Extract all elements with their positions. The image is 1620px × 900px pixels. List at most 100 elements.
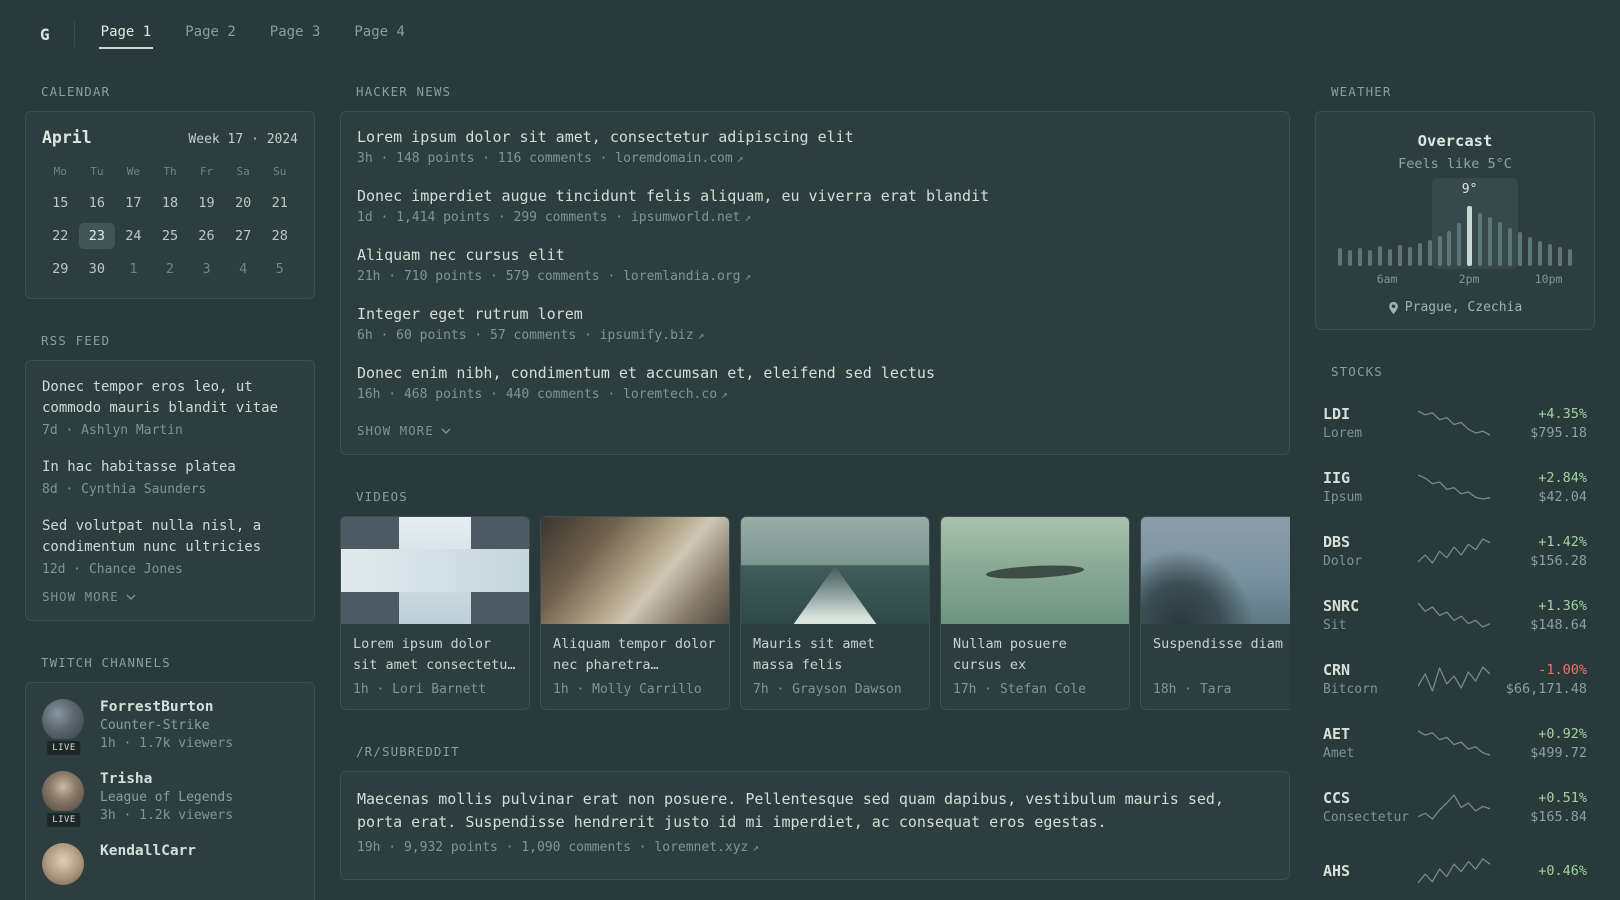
weather-bar (1357, 248, 1362, 266)
video-title[interactable]: Mauris sit amet massa felis (753, 634, 917, 676)
stock-price: $148.64 (1530, 616, 1587, 633)
calendar-day: 2 (165, 261, 175, 277)
app-logo[interactable]: G (40, 25, 50, 44)
hackernews-card: Lorem ipsum dolor sit amet, consectetur … (340, 111, 1290, 455)
hn-item: Aliquam nec cursus elit 21h · 710 points … (357, 246, 1273, 284)
calendar-day: 29 (52, 261, 69, 277)
stock-ticker: LDI (1323, 405, 1351, 423)
video-card[interactable]: Mauris sit amet massa felis 7h · Grayson … (740, 516, 930, 710)
stock-values: +1.36% $148.64 (1492, 598, 1587, 633)
weather-time-label: 2pm (1458, 272, 1480, 286)
nav-divider (73, 21, 75, 47)
stock-change: +0.92% (1538, 725, 1587, 742)
video-meta: 18h · Tara (1153, 682, 1232, 697)
stock-row[interactable]: IIG Ipsum +2.84% $42.04 (1323, 455, 1587, 519)
stock-values: +2.84% $42.04 (1492, 470, 1587, 505)
rss-item-title[interactable]: Sed volutpat nulla nisl, a condimentum n… (42, 516, 298, 558)
weather-bar (1567, 249, 1572, 266)
video-thumbnail[interactable] (941, 517, 1129, 624)
stock-sparkline (1418, 537, 1492, 565)
twitch-channel[interactable]: KendallCarr (42, 843, 298, 885)
external-link-icon: ↗ (697, 329, 705, 342)
weather-bar (1387, 249, 1392, 266)
hn-item-domain[interactable]: loremlandia.org (623, 269, 740, 284)
twitch-category[interactable]: League of Legends (100, 790, 233, 805)
nav-tab-2[interactable]: Page 2 (183, 20, 238, 49)
video-body: Aliquam tempor dolor nec pharetra… 1h · M… (541, 624, 729, 709)
stock-row[interactable]: CRN Bitcorn -1.00% $66,171.48 (1323, 647, 1587, 711)
hn-item-title[interactable]: Integer eget rutrum lorem (357, 305, 1273, 323)
stock-name: Dolor (1323, 554, 1363, 569)
stock-change: +0.46% (1538, 863, 1587, 879)
video-title[interactable]: Nullam posuere cursus ex (953, 634, 1117, 676)
top-nav: G Page 1 Page 2 Page 3 Page 4 (0, 0, 1620, 68)
rss-item-title[interactable]: In hac habitasse platea (42, 457, 298, 478)
video-thumbnail[interactable] (1141, 517, 1290, 624)
stock-row[interactable]: AET Amet +0.92% $499.72 (1323, 711, 1587, 775)
twitch-category[interactable]: Counter-Strike (100, 718, 233, 733)
video-thumbnail[interactable] (541, 517, 729, 624)
stock-row[interactable]: LDI Lorem +4.35% $795.18 (1323, 391, 1587, 455)
video-thumbnail[interactable] (341, 517, 529, 624)
twitch-channel-name[interactable]: KendallCarr (100, 843, 196, 859)
video-card[interactable]: Suspendisse diam 18h · Tara (1140, 516, 1290, 710)
rss-item-title[interactable]: Donec tempor eros leo, ut commodo mauris… (42, 377, 298, 419)
stock-row[interactable]: SNRC Sit +1.36% $148.64 (1323, 583, 1587, 647)
video-card[interactable]: Aliquam tempor dolor nec pharetra… 1h · M… (540, 516, 730, 710)
weather-widget: WEATHER Overcast Feels like 5°C 9° 6am 2p… (1315, 84, 1595, 330)
calendar-dow-label: Mo (53, 165, 67, 178)
rss-show-more-button[interactable]: SHOW MORE (42, 589, 136, 604)
video-thumbnail[interactable] (741, 517, 929, 624)
stock-change: +4.35% (1538, 405, 1587, 422)
weather-bar (1557, 247, 1562, 266)
rss-item-meta: 8d · Cynthia Saunders (42, 482, 207, 497)
twitch-channel[interactable]: LIVE ForrestBurton Counter-Strike 1h · 1.7k… (42, 699, 298, 757)
stock-change: -1.00% (1538, 661, 1587, 678)
hn-item-domain[interactable]: ipsumify.biz (600, 328, 694, 343)
video-title[interactable]: Lorem ipsum dolor sit amet consectetu… (353, 634, 517, 676)
hn-item-meta: 6h · 60 points · 57 comments · ipsumify.… (357, 328, 705, 343)
hn-item-domain[interactable]: loremdomain.com (615, 151, 732, 166)
twitch-channel[interactable]: LIVE Trisha League of Legends 3h · 1.2k vie… (42, 771, 298, 829)
nav-tab-3[interactable]: Page 3 (268, 20, 323, 49)
dashboard-columns: CALENDAR April Week 17 · 2024 Mo Tu We Th Fr… (0, 68, 1620, 900)
video-card[interactable]: Lorem ipsum dolor sit amet consectetu… 1h… (340, 516, 530, 710)
hn-show-more-button[interactable]: SHOW MORE (357, 423, 451, 438)
videos-row: Lorem ipsum dolor sit amet consectetu… 1h… (340, 516, 1290, 710)
video-title[interactable]: Aliquam tempor dolor nec pharetra… (553, 634, 717, 676)
video-title[interactable]: Suspendisse diam (1153, 634, 1290, 676)
stock-change: +2.84% (1538, 469, 1587, 486)
twitch-channel-info: KendallCarr (100, 843, 196, 885)
nav-tab-4[interactable]: Page 4 (352, 20, 407, 49)
rss-item-meta: 7d · Ashlyn Martin (42, 423, 183, 438)
nav-tab-1[interactable]: Page 1 (98, 20, 154, 49)
hackernews-section-title: HACKER NEWS (356, 84, 452, 99)
twitch-channel-name[interactable]: Trisha (100, 771, 233, 787)
stock-ticker: IIG (1323, 469, 1351, 487)
twitch-channel-name[interactable]: ForrestBurton (100, 699, 233, 715)
hn-item-title[interactable]: Donec imperdiet augue tincidunt felis al… (357, 187, 1273, 205)
weather-bar (1467, 206, 1473, 266)
subreddit-item-title[interactable]: Maecenas mollis pulvinar erat non posuer… (357, 788, 1273, 835)
calendar-day: 22 (52, 228, 69, 244)
hn-item-domain[interactable]: loremtech.co (623, 387, 717, 402)
stock-values: +0.46% (1492, 863, 1587, 879)
sparkline-chart (1418, 602, 1490, 628)
stock-row[interactable]: AHS +0.46% (1323, 839, 1587, 900)
stock-values: +1.42% $156.28 (1492, 534, 1587, 569)
hn-list: Lorem ipsum dolor sit amet, consectetur … (357, 128, 1273, 402)
hn-item-domain[interactable]: ipsumworld.net (631, 210, 741, 225)
hn-item-title[interactable]: Lorem ipsum dolor sit amet, consectetur … (357, 128, 1273, 146)
stock-row[interactable]: CCS Consectetur +0.51% $165.84 (1323, 775, 1587, 839)
calendar-day: 1 (129, 261, 138, 277)
video-card[interactable]: Nullam posuere cursus ex 17h · Stefan Col… (940, 516, 1130, 710)
stock-row[interactable]: DBS Dolor +1.42% $156.28 (1323, 519, 1587, 583)
stock-info: CCS Consectetur (1323, 789, 1418, 825)
stock-info: AET Amet (1323, 725, 1418, 761)
live-badge: LIVE (45, 811, 83, 829)
subreddit-item-domain[interactable]: loremnet.xyz (654, 840, 748, 855)
calendar-day: 27 (235, 228, 252, 244)
stock-sparkline (1418, 665, 1492, 693)
hn-item-title[interactable]: Donec enim nibh, condimentum et accumsan… (357, 364, 1273, 382)
hn-item-title[interactable]: Aliquam nec cursus elit (357, 246, 1273, 264)
